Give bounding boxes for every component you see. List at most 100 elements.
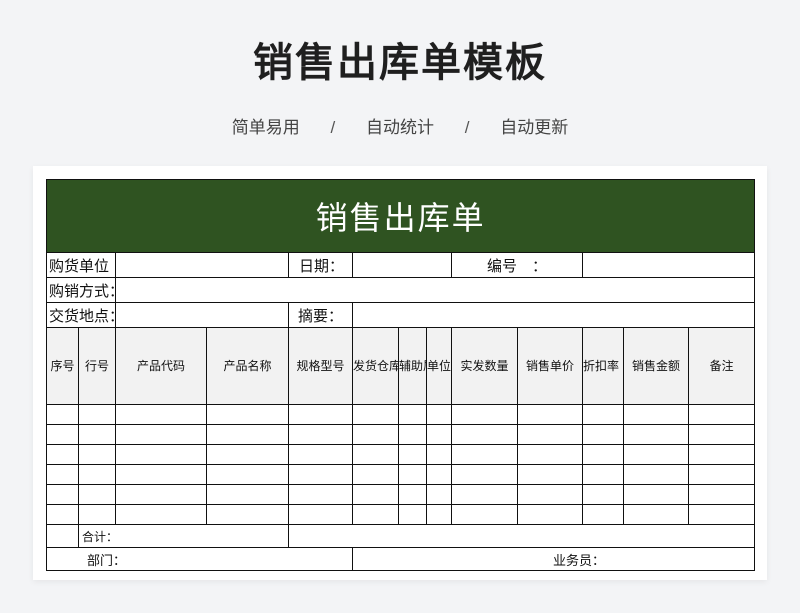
table-cell[interactable]: [352, 424, 399, 445]
table-cell[interactable]: [582, 424, 624, 445]
table-cell[interactable]: [426, 444, 452, 465]
table-cell[interactable]: [115, 484, 207, 505]
table-cell[interactable]: [206, 484, 289, 505]
table-cell[interactable]: [687, 444, 756, 465]
column-header: 销售单价: [517, 327, 583, 405]
table-cell[interactable]: [623, 404, 689, 425]
table-cell[interactable]: [517, 504, 583, 525]
table-cell[interactable]: [623, 424, 689, 445]
table-cell[interactable]: [687, 404, 756, 425]
table-cell[interactable]: [288, 404, 353, 425]
table-cell[interactable]: [623, 504, 689, 525]
table-cell[interactable]: [288, 504, 353, 525]
table-cell[interactable]: [78, 464, 116, 485]
table-cell[interactable]: [288, 444, 353, 465]
column-header-row: 序号行号产品代码产品名称规格型号发货仓库辅助属性单位实发数量销售单价折扣率（%）…: [46, 327, 756, 405]
table-cell[interactable]: [582, 484, 624, 505]
table-cell[interactable]: [352, 464, 399, 485]
table-cell[interactable]: [46, 484, 79, 505]
sales-method-field[interactable]: [114, 277, 756, 303]
table-cell[interactable]: [78, 504, 116, 525]
table-cell[interactable]: [517, 424, 583, 445]
table-cell[interactable]: [115, 464, 207, 485]
table-cell[interactable]: [115, 444, 207, 465]
table-cell[interactable]: [451, 484, 518, 505]
table-row: [46, 444, 756, 465]
table-cell[interactable]: [352, 504, 399, 525]
table-cell[interactable]: [426, 504, 452, 525]
table-row: [46, 464, 756, 485]
table-cell[interactable]: [582, 464, 624, 485]
table-cell[interactable]: [582, 404, 624, 425]
date-field[interactable]: [352, 252, 452, 278]
total-field[interactable]: [287, 524, 756, 548]
table-cell[interactable]: [426, 464, 452, 485]
table-cell[interactable]: [46, 424, 79, 445]
table-cell[interactable]: [426, 424, 452, 445]
summary-label: 摘要：: [288, 302, 353, 328]
table-cell[interactable]: [687, 504, 756, 525]
delivery-location-field[interactable]: [115, 302, 289, 328]
table-cell[interactable]: [206, 464, 289, 485]
table-cell[interactable]: [78, 424, 116, 445]
table-cell[interactable]: [517, 484, 583, 505]
buyer-label: 购货单位: [46, 252, 116, 278]
table-cell[interactable]: [517, 444, 583, 465]
table-cell[interactable]: [451, 464, 518, 485]
table-cell[interactable]: [46, 444, 79, 465]
table-cell[interactable]: [78, 444, 116, 465]
table-cell[interactable]: [206, 444, 289, 465]
table-cell[interactable]: [288, 464, 353, 485]
table-cell[interactable]: [352, 484, 399, 505]
table-cell[interactable]: [78, 484, 116, 505]
table-cell[interactable]: [288, 484, 353, 505]
table-cell[interactable]: [46, 504, 79, 525]
table-cell[interactable]: [46, 404, 79, 425]
buyer-field[interactable]: [115, 252, 289, 278]
table-cell[interactable]: [115, 404, 207, 425]
table-cell[interactable]: [398, 424, 427, 445]
total-blank: [46, 524, 79, 548]
sales-outbound-form: 销售出库单 购货单位 日期： 编号 ： 购销方式： 交货地点： 摘要： 序号行号…: [45, 179, 756, 571]
table-cell[interactable]: [288, 424, 353, 445]
table-cell[interactable]: [398, 404, 427, 425]
table-cell[interactable]: [398, 444, 427, 465]
table-cell[interactable]: [78, 404, 116, 425]
table-cell[interactable]: [517, 404, 583, 425]
column-header: 折扣率（%）: [582, 327, 624, 405]
summary-field[interactable]: [351, 302, 756, 328]
table-cell[interactable]: [352, 444, 399, 465]
table-cell[interactable]: [426, 484, 452, 505]
table-cell[interactable]: [115, 424, 207, 445]
table-cell[interactable]: [451, 444, 518, 465]
total-label: 合计：: [78, 524, 289, 548]
table-cell[interactable]: [115, 504, 207, 525]
table-cell[interactable]: [352, 404, 399, 425]
table-cell[interactable]: [687, 484, 756, 505]
table-cell[interactable]: [517, 464, 583, 485]
column-header: 辅助属性: [398, 327, 427, 405]
table-cell[interactable]: [206, 504, 289, 525]
table-cell[interactable]: [623, 444, 689, 465]
column-header: 产品代码: [115, 327, 207, 405]
table-cell[interactable]: [398, 484, 427, 505]
tagline-item-1: 简单易用: [231, 118, 300, 137]
table-cell[interactable]: [687, 464, 756, 485]
table-cell[interactable]: [398, 504, 427, 525]
number-field[interactable]: [581, 252, 756, 278]
number-label: 编号 ：: [451, 252, 583, 278]
table-row: [46, 424, 756, 445]
table-cell[interactable]: [398, 464, 427, 485]
table-cell[interactable]: [206, 404, 289, 425]
table-cell[interactable]: [46, 464, 79, 485]
table-cell[interactable]: [582, 504, 624, 525]
table-cell[interactable]: [451, 404, 518, 425]
table-cell[interactable]: [623, 464, 689, 485]
table-cell[interactable]: [687, 424, 756, 445]
table-cell[interactable]: [582, 444, 624, 465]
table-cell[interactable]: [206, 424, 289, 445]
table-cell[interactable]: [451, 504, 518, 525]
table-cell[interactable]: [623, 484, 689, 505]
table-cell[interactable]: [451, 424, 518, 445]
table-cell[interactable]: [426, 404, 452, 425]
